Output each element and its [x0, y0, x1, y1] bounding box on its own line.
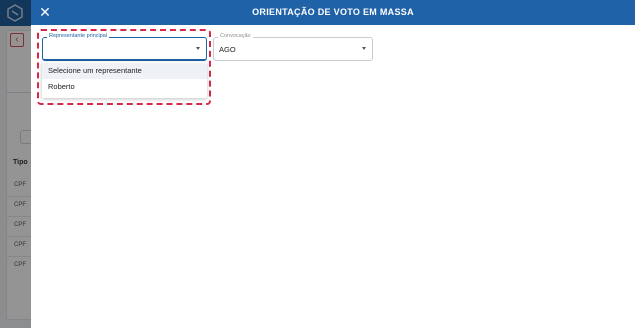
vote-orientation-modal: ✕ ORIENTAÇÃO DE VOTO EM MASSA Representa…: [31, 0, 635, 328]
dropdown-arrow-icon[interactable]: [362, 47, 366, 50]
dropdown-arrow-icon[interactable]: [196, 47, 200, 50]
representative-select[interactable]: Representante principal: [42, 33, 207, 61]
convocation-value: AGO: [219, 45, 236, 54]
representative-options-menu: Selecione um representante Roberto: [42, 62, 207, 98]
convocation-label: Convocação: [218, 33, 253, 39]
option-roberto[interactable]: Roberto: [42, 79, 207, 95]
convocation-select[interactable]: Convocação AGO: [213, 33, 373, 61]
modal-header: ✕ ORIENTAÇÃO DE VOTO EM MASSA: [31, 0, 635, 25]
representative-label: Representante principal: [47, 33, 110, 39]
option-select-representative[interactable]: Selecione um representante: [42, 63, 207, 79]
modal-title: ORIENTAÇÃO DE VOTO EM MASSA: [252, 7, 414, 17]
